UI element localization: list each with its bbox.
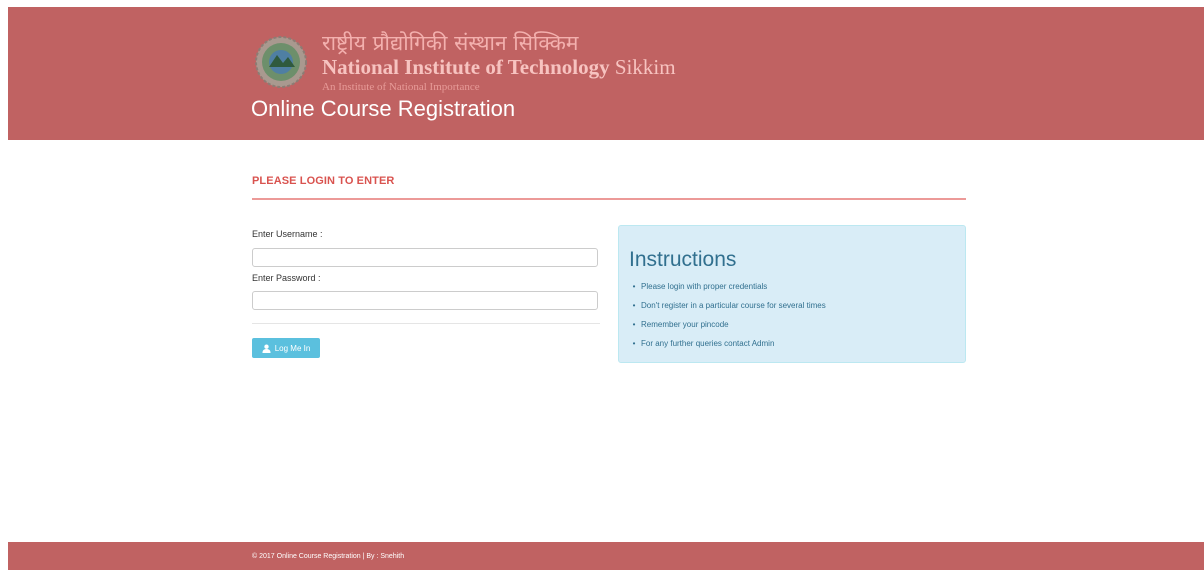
footer-text: © 2017 Online Course Registration | By :… <box>252 553 405 560</box>
page: राष्ट्रीय प्रौद्योगिकी संस्थान सिक्किम N… <box>8 7 1204 570</box>
list-item: • For any further queries contact Admin <box>627 339 826 358</box>
login-heading: PLEASE LOGIN TO ENTER <box>252 175 395 187</box>
institute-tagline: An Institute of National Importance <box>322 81 480 93</box>
login-button-label: Log Me In <box>274 343 311 353</box>
bullet-icon: • <box>632 282 636 291</box>
footer: © 2017 Online Course Registration | By :… <box>8 542 1204 570</box>
list-item: • Please login with proper credentials <box>627 282 826 301</box>
user-icon <box>262 344 271 353</box>
list-item: • Remember your pincode <box>627 320 826 339</box>
username-input[interactable] <box>252 248 598 267</box>
bullet-icon: • <box>632 320 636 329</box>
instructions-title: Instructions <box>629 248 737 271</box>
institute-name-suffix: Sikkim <box>614 55 676 79</box>
password-input[interactable] <box>252 291 598 310</box>
institute-logo <box>255 36 307 88</box>
password-label: Enter Password : <box>252 273 321 283</box>
bullet-icon: • <box>632 301 636 310</box>
institute-name-english: National Institute of Technology Sikkim <box>322 55 676 80</box>
header: राष्ट्रीय प्रौद्योगिकी संस्थान सिक्किम N… <box>8 7 1204 140</box>
bullet-icon: • <box>632 339 636 348</box>
form-divider <box>252 323 600 324</box>
heading-divider <box>252 198 966 200</box>
login-button[interactable]: Log Me In <box>252 338 320 358</box>
instructions-panel: Instructions • Please login with proper c… <box>618 225 966 363</box>
instructions-list: • Please login with proper credentials • D… <box>627 282 826 358</box>
app-title: Online Course Registration <box>251 96 516 121</box>
list-item: • Don't register in a particular course f… <box>627 301 826 320</box>
institute-name-main: National Institute of Technology <box>322 55 610 79</box>
institute-name-hindi: राष्ट्रीय प्रौद्योगिकी संस्थान सिक्किम <box>322 31 579 55</box>
username-label: Enter Username : <box>252 229 323 239</box>
